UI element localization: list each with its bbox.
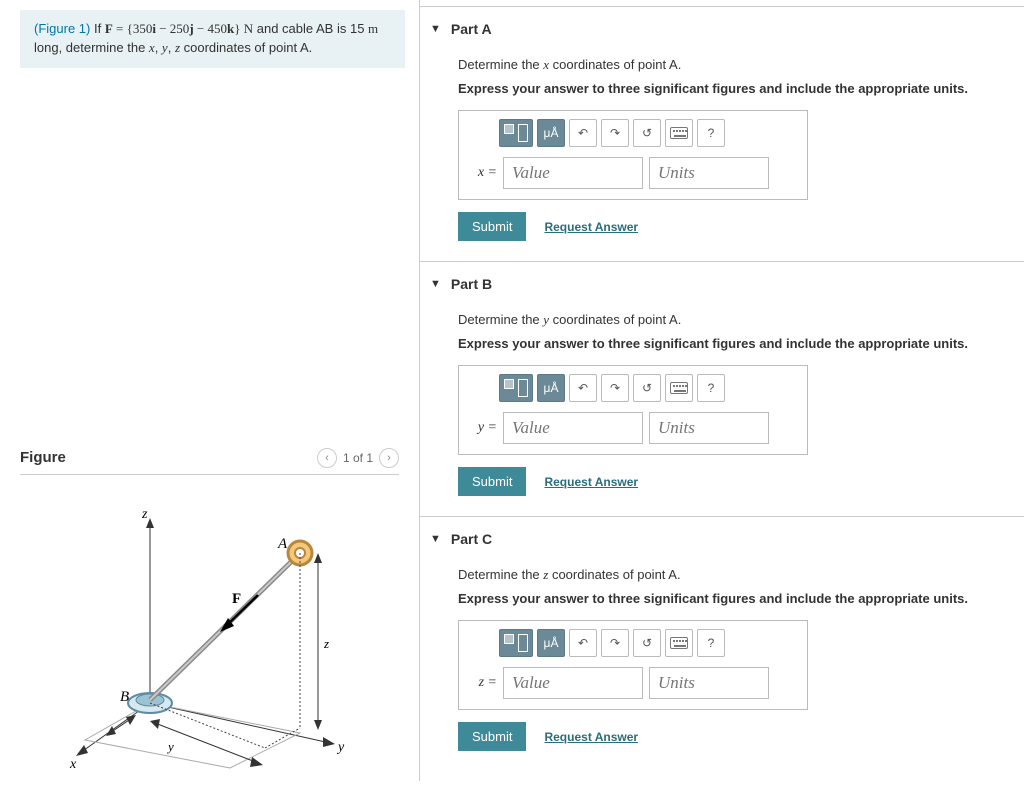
variable-label: x = — [469, 165, 497, 181]
units-input[interactable] — [649, 667, 769, 699]
variable-label: z = — [469, 675, 497, 691]
part-b: ▼ Part B Determine the y coordinates of … — [420, 261, 1024, 516]
submit-button[interactable]: Submit — [458, 722, 526, 751]
undo-button[interactable]: ↶ — [569, 374, 597, 402]
request-answer-link[interactable]: Request Answer — [544, 730, 638, 744]
undo-button[interactable]: ↶ — [569, 629, 597, 657]
submit-button[interactable]: Submit — [458, 467, 526, 496]
part-instruction: Express your answer to three significant… — [458, 336, 1014, 351]
value-input[interactable] — [503, 412, 643, 444]
keyboard-button[interactable] — [665, 629, 693, 657]
figure-prev-button[interactable]: ‹ — [317, 448, 337, 468]
keyboard-icon — [670, 127, 688, 139]
part-c: ▼ Part C Determine the z coordinates of … — [420, 516, 1024, 771]
keyboard-icon — [670, 382, 688, 394]
figure-next-button[interactable]: › — [379, 448, 399, 468]
svg-text:z: z — [323, 636, 329, 651]
svg-text:A: A — [277, 536, 288, 552]
problem-text: , — [168, 40, 175, 55]
answer-box: μÅ ↶ ↷ ↺ ? x = — [458, 110, 808, 200]
value-input[interactable] — [503, 667, 643, 699]
units-input[interactable] — [649, 412, 769, 444]
value-input[interactable] — [503, 157, 643, 189]
collapse-caret-icon[interactable]: ▼ — [430, 533, 441, 545]
problem-text: long, determine the — [34, 40, 149, 55]
keyboard-button[interactable] — [665, 374, 693, 402]
keyboard-icon — [670, 637, 688, 649]
figure-title: Figure — [20, 449, 66, 466]
problem-text: − 250 — [156, 21, 189, 36]
svg-text:y: y — [336, 740, 345, 755]
part-prompt: Determine the y coordinates of point A. — [458, 312, 1014, 328]
templates-button[interactable] — [499, 629, 533, 657]
answer-box: μÅ ↶ ↷ ↺ ? z = — [458, 620, 808, 710]
problem-text: and cable AB is 15 — [253, 21, 368, 36]
svg-text:y: y — [166, 739, 174, 754]
help-button[interactable]: ? — [697, 629, 725, 657]
units-button[interactable]: μÅ — [537, 629, 565, 657]
problem-text: , — [155, 40, 162, 55]
figure-diagram: z x y — [20, 493, 399, 773]
request-answer-link[interactable]: Request Answer — [544, 475, 638, 489]
help-button[interactable]: ? — [697, 119, 725, 147]
problem-text: } N — [234, 21, 253, 36]
length-unit: m — [368, 21, 378, 36]
keyboard-button[interactable] — [665, 119, 693, 147]
figure-link[interactable]: (Figure 1) — [34, 21, 90, 36]
part-prompt: Determine the z coordinates of point A. — [458, 567, 1014, 583]
variable-label: y = — [469, 420, 497, 436]
svg-text:x: x — [69, 757, 77, 772]
collapse-caret-icon[interactable]: ▼ — [430, 278, 441, 290]
svg-text:B: B — [120, 689, 129, 705]
units-button[interactable]: μÅ — [537, 374, 565, 402]
templates-button[interactable] — [499, 119, 533, 147]
help-button[interactable]: ? — [697, 374, 725, 402]
problem-text: If — [90, 21, 104, 36]
part-prompt: Determine the x coordinates of point A. — [458, 57, 1014, 73]
answer-box: μÅ ↶ ↷ ↺ ? y = — [458, 365, 808, 455]
redo-button[interactable]: ↷ — [601, 374, 629, 402]
part-instruction: Express your answer to three significant… — [458, 81, 1014, 96]
figure-counter: 1 of 1 — [343, 451, 373, 465]
part-title: Part C — [451, 531, 492, 547]
redo-button[interactable]: ↷ — [601, 629, 629, 657]
reset-button[interactable]: ↺ — [633, 119, 661, 147]
svg-text:z: z — [141, 507, 148, 522]
reset-button[interactable]: ↺ — [633, 629, 661, 657]
problem-statement: (Figure 1) If F = {350i − 250j − 450k} N… — [20, 10, 405, 68]
units-input[interactable] — [649, 157, 769, 189]
part-title: Part B — [451, 276, 492, 292]
units-button[interactable]: μÅ — [537, 119, 565, 147]
force-symbol: F — [105, 21, 113, 36]
svg-text:F: F — [232, 591, 241, 607]
collapse-caret-icon[interactable]: ▼ — [430, 23, 441, 35]
problem-text: coordinates of point A. — [180, 40, 312, 55]
reset-button[interactable]: ↺ — [633, 374, 661, 402]
templates-button[interactable] — [499, 374, 533, 402]
part-a: ▼ Part A Determine the x coordinates of … — [420, 6, 1024, 261]
problem-text: = {350 — [113, 21, 153, 36]
part-title: Part A — [451, 21, 492, 37]
part-instruction: Express your answer to three significant… — [458, 591, 1014, 606]
submit-button[interactable]: Submit — [458, 212, 526, 241]
request-answer-link[interactable]: Request Answer — [544, 220, 638, 234]
problem-text: − 450 — [194, 21, 227, 36]
undo-button[interactable]: ↶ — [569, 119, 597, 147]
redo-button[interactable]: ↷ — [601, 119, 629, 147]
